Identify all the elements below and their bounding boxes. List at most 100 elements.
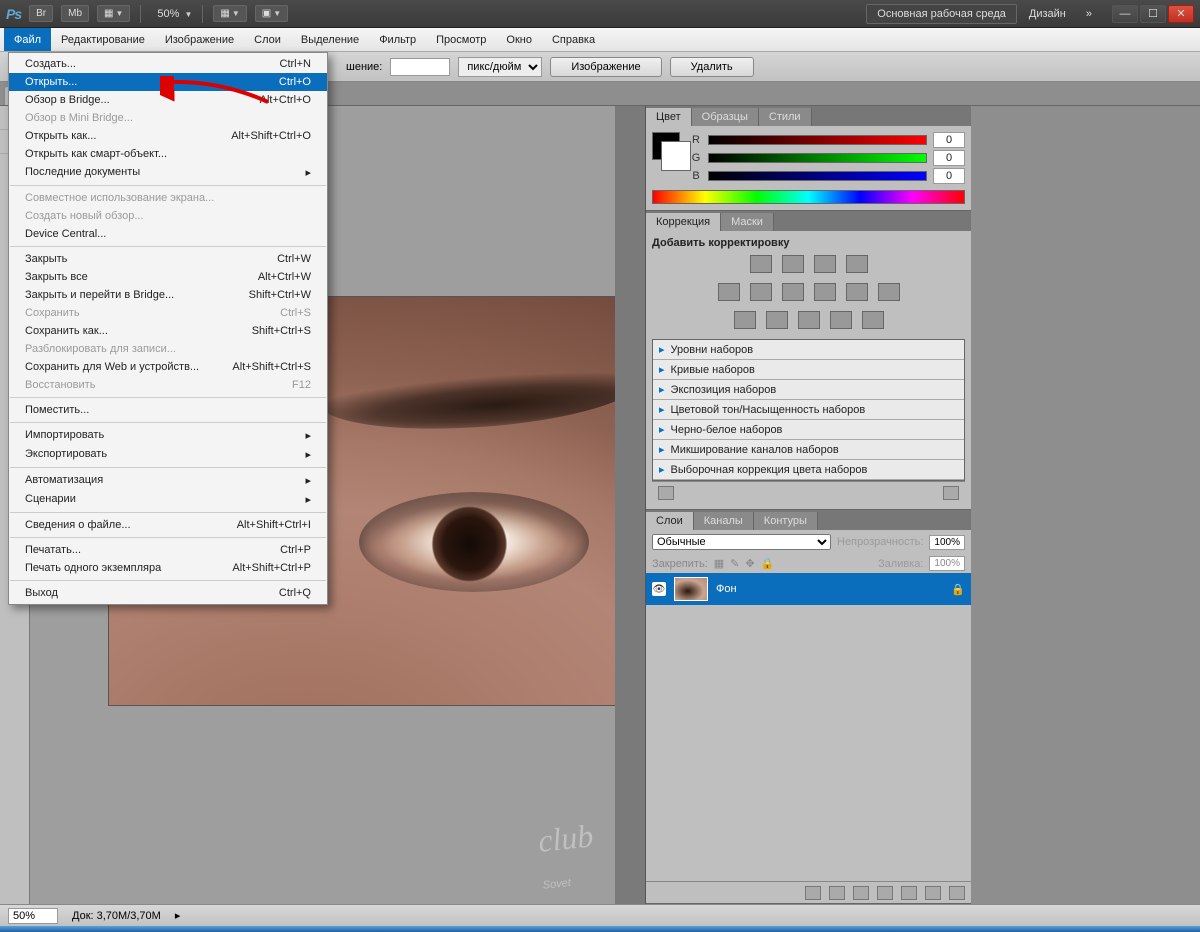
view-extras-button[interactable]: ▦▼ <box>97 5 130 22</box>
channel-mixer-icon[interactable] <box>878 283 900 301</box>
lock-position-icon[interactable]: ✎ <box>730 557 739 570</box>
levels-icon[interactable] <box>782 255 804 273</box>
posterize-icon[interactable] <box>766 311 788 329</box>
image-button[interactable]: Изображение <box>550 57 661 77</box>
color-balance-icon[interactable] <box>782 283 804 301</box>
curves-icon[interactable] <box>814 255 836 273</box>
menu-item[interactable]: Device Central... <box>9 225 327 243</box>
menu-item[interactable]: Открыть...Ctrl+O <box>9 73 327 91</box>
minimize-button[interactable]: — <box>1112 5 1138 23</box>
delete-layer-icon[interactable] <box>949 886 965 900</box>
b-slider[interactable] <box>708 171 927 181</box>
menu-item[interactable]: Открыть как смарт-объект... <box>9 145 327 163</box>
workspace-selector[interactable]: Основная рабочая среда <box>866 4 1017 24</box>
menu-item[interactable]: Создать...Ctrl+N <box>9 55 327 73</box>
status-zoom[interactable]: 50% <box>8 908 58 924</box>
tab-swatches[interactable]: Образцы <box>692 108 759 126</box>
exposure-icon[interactable] <box>846 255 868 273</box>
hue-bar[interactable] <box>652 190 965 204</box>
resolution-input[interactable] <box>390 58 450 76</box>
menu-edit[interactable]: Редактирование <box>51 28 155 51</box>
menu-item[interactable]: Поместить... <box>9 401 327 419</box>
visibility-icon[interactable]: 👁 <box>652 582 666 596</box>
menu-image[interactable]: Изображение <box>155 28 244 51</box>
close-button[interactable]: ✕ <box>1168 5 1194 23</box>
tab-styles[interactable]: Стили <box>759 108 812 126</box>
menu-filter[interactable]: Фильтр <box>369 28 426 51</box>
tab-adjustments[interactable]: Коррекция <box>646 213 721 231</box>
menu-help[interactable]: Справка <box>542 28 605 51</box>
menu-item[interactable]: Сохранить для Web и устройств...Alt+Shif… <box>9 358 327 376</box>
layer-thumbnail[interactable] <box>674 577 708 601</box>
selective-color-icon[interactable] <box>862 311 884 329</box>
arrange-docs-button[interactable]: ▦▼ <box>213 5 246 22</box>
menu-select[interactable]: Выделение <box>291 28 369 51</box>
screen-mode-button[interactable]: ▣▼ <box>255 5 288 22</box>
menu-item[interactable]: Сценарии <box>9 490 327 509</box>
delete-button[interactable]: Удалить <box>670 57 754 77</box>
dock-strip[interactable] <box>615 106 645 904</box>
preset-item[interactable]: Микширование каналов наборов <box>653 440 964 460</box>
invert-icon[interactable] <box>734 311 756 329</box>
link-layers-icon[interactable] <box>805 886 821 900</box>
new-group-icon[interactable] <box>901 886 917 900</box>
layer-style-icon[interactable] <box>829 886 845 900</box>
preset-item[interactable]: Кривые наборов <box>653 360 964 380</box>
preset-item[interactable]: Черно-белое наборов <box>653 420 964 440</box>
zoom-level[interactable]: 50% ▼ <box>157 8 192 20</box>
preset-item[interactable]: Экспозиция наборов <box>653 380 964 400</box>
bw-icon[interactable] <box>814 283 836 301</box>
b-value[interactable]: 0 <box>933 168 965 184</box>
tab-color[interactable]: Цвет <box>646 108 692 126</box>
lock-pixels-icon[interactable]: ▦ <box>714 557 724 570</box>
workspace-more[interactable]: » <box>1078 5 1100 23</box>
tab-layers[interactable]: Слои <box>646 512 694 530</box>
maximize-button[interactable]: ☐ <box>1140 5 1166 23</box>
preset-item[interactable]: Уровни наборов <box>653 340 964 360</box>
g-value[interactable]: 0 <box>933 150 965 166</box>
new-layer-icon[interactable] <box>925 886 941 900</box>
menu-item[interactable]: Печатать...Ctrl+P <box>9 541 327 559</box>
doc-info-arrow-icon[interactable]: ▸ <box>175 909 181 922</box>
fill-value[interactable]: 100% <box>929 556 965 571</box>
gradient-map-icon[interactable] <box>830 311 852 329</box>
menu-view[interactable]: Просмотр <box>426 28 496 51</box>
menu-item[interactable]: Открыть как...Alt+Shift+Ctrl+O <box>9 127 327 145</box>
menu-window[interactable]: Окно <box>496 28 542 51</box>
lock-all-icon[interactable]: 🔒 <box>761 557 775 570</box>
new-adj-layer-icon[interactable] <box>877 886 893 900</box>
r-slider[interactable] <box>708 135 927 145</box>
hue-icon[interactable] <box>750 283 772 301</box>
preset-item[interactable]: Цветовой тон/Насыщенность наборов <box>653 400 964 420</box>
resolution-unit[interactable]: пикс/дюйм <box>458 57 542 77</box>
g-slider[interactable] <box>708 153 927 163</box>
brightness-icon[interactable] <box>750 255 772 273</box>
vibrance-icon[interactable] <box>718 283 740 301</box>
opacity-value[interactable]: 100% <box>929 535 965 550</box>
layer-mask-icon[interactable] <box>853 886 869 900</box>
tab-masks[interactable]: Маски <box>721 213 774 231</box>
menu-item[interactable]: Сведения о файле...Alt+Shift+Ctrl+I <box>9 516 327 534</box>
adj-clip-icon[interactable] <box>943 486 959 500</box>
tab-channels[interactable]: Каналы <box>694 512 754 530</box>
minibridge-button[interactable]: Mb <box>61 5 89 22</box>
menu-item[interactable]: ВыходCtrl+Q <box>9 584 327 602</box>
layer-name[interactable]: Фон <box>716 583 737 595</box>
lock-move-icon[interactable]: ✥ <box>745 557 754 570</box>
r-value[interactable]: 0 <box>933 132 965 148</box>
adj-return-icon[interactable] <box>658 486 674 500</box>
workspace-design[interactable]: Дизайн <box>1021 5 1074 23</box>
blend-mode-select[interactable]: Обычные <box>652 534 831 550</box>
bridge-button[interactable]: Br <box>29 5 53 22</box>
tab-paths[interactable]: Контуры <box>754 512 818 530</box>
menu-item[interactable]: ЗакрытьCtrl+W <box>9 250 327 268</box>
menu-layer[interactable]: Слои <box>244 28 291 51</box>
menu-item[interactable]: Экспортировать <box>9 445 327 464</box>
menu-item[interactable]: Сохранить как...Shift+Ctrl+S <box>9 322 327 340</box>
photo-filter-icon[interactable] <box>846 283 868 301</box>
foreground-background-swatch[interactable] <box>652 132 680 160</box>
layer-row[interactable]: 👁 Фон 🔒 <box>646 573 971 605</box>
menu-item[interactable]: Закрыть всеAlt+Ctrl+W <box>9 268 327 286</box>
menu-item[interactable]: Закрыть и перейти в Bridge...Shift+Ctrl+… <box>9 286 327 304</box>
menu-file[interactable]: Файл <box>4 28 51 51</box>
